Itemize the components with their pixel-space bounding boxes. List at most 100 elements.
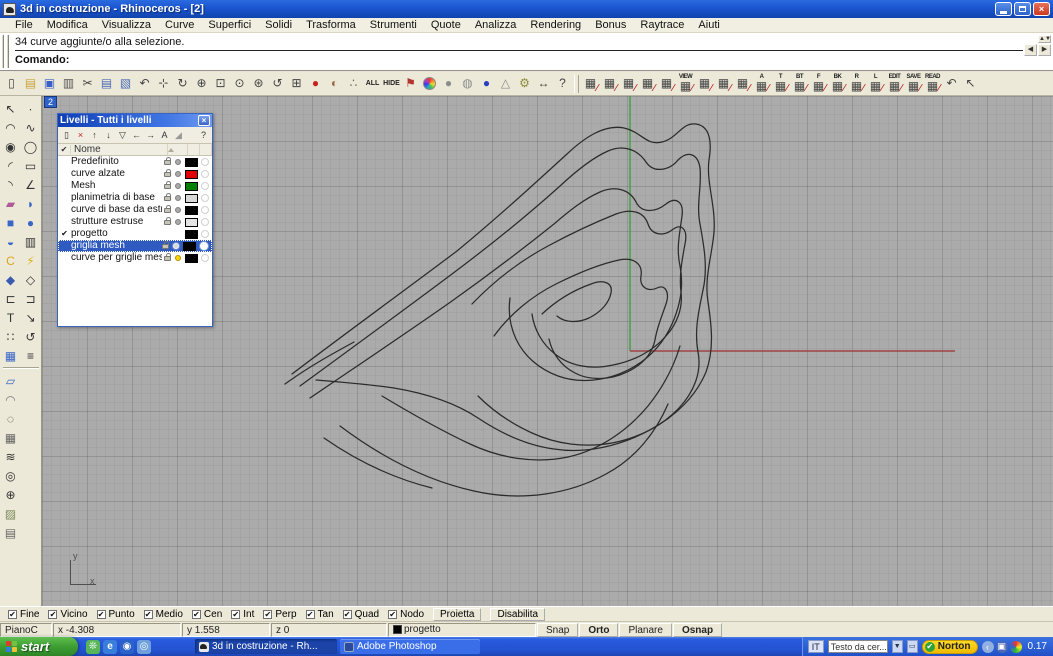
toolbar-pan[interactable]: ⊹ (154, 74, 173, 94)
toolbar-vp-2[interactable]: ▦∕ (600, 74, 619, 94)
layers-panel-titlebar[interactable]: Livelli - Tutti i livelli × (58, 114, 212, 127)
bulb-icon[interactable] (175, 219, 181, 225)
tool-curve-cv[interactable]: ◠ (1, 118, 20, 137)
toolbar-save-file[interactable]: ▣ (40, 74, 59, 94)
menu-visualizza[interactable]: Visualizza (95, 19, 158, 31)
lock-icon[interactable] (164, 220, 171, 225)
toolbar-vp-3[interactable]: ▦∕ (619, 74, 638, 94)
lock-icon[interactable] (164, 208, 171, 213)
menu-file[interactable]: File (8, 19, 40, 31)
osnap-quad[interactable]: ✔Quad (343, 609, 379, 620)
toolbar-copy[interactable]: ▤ (97, 74, 116, 94)
tray-display-icon[interactable]: ▣ (996, 641, 1008, 653)
bulb-icon[interactable] (175, 207, 181, 213)
layers-header[interactable]: ✔ Nome (58, 144, 212, 156)
osnap-nodo[interactable]: ✔Nodo (388, 609, 424, 620)
checkbox-icon[interactable]: ✔ (343, 610, 352, 619)
lock-icon[interactable] (164, 160, 171, 165)
lock-icon[interactable] (164, 172, 171, 177)
toolbar-vp-edit[interactable]: EDIT▦∕ (885, 74, 904, 94)
layer-row[interactable]: griglia mesh (58, 240, 212, 252)
tool-extrude-surface[interactable]: ▱ (1, 371, 20, 390)
tool-project[interactable]: ◎ (1, 466, 20, 485)
layers-panel-close-icon[interactable]: × (198, 115, 210, 126)
tool-lasso[interactable]: ◌ (1, 409, 20, 428)
layer-color-swatch[interactable] (185, 254, 198, 263)
toolbar-dimension[interactable]: ↔ (534, 74, 553, 94)
layer-color-swatch[interactable] (185, 218, 198, 227)
tool-explode[interactable]: ◇ (21, 270, 40, 289)
minimize-button[interactable] (995, 2, 1012, 16)
layer-color-swatch[interactable] (183, 242, 196, 251)
toolbar-color-wheel[interactable] (420, 74, 439, 94)
toolbar-shaded-viewport[interactable]: ● (439, 74, 458, 94)
messenger-icon[interactable]: ❊ (86, 640, 100, 654)
tray-search-input[interactable]: Testo da cer... (828, 640, 888, 653)
layers-filter[interactable]: ▽ (116, 129, 129, 142)
layer-color-swatch[interactable] (185, 182, 198, 191)
layer-color-swatch[interactable] (185, 158, 198, 167)
title-bar[interactable]: 3d in costruzione - Rhinoceros - [2] × (0, 0, 1053, 18)
toolbar-vp-bottom[interactable]: BT▦∕ (790, 74, 809, 94)
layer-color-swatch[interactable] (185, 206, 198, 215)
toolbar-zoom-extents[interactable]: ⊛ (249, 74, 268, 94)
bulb-icon[interactable] (175, 255, 181, 261)
layers-move-down[interactable]: ↓ (102, 129, 115, 142)
tool-flash-select[interactable]: ⚡ (21, 251, 40, 270)
toolbar-vp-axon[interactable]: A▦∕ (752, 74, 771, 94)
checkbox-icon[interactable]: ✔ (192, 610, 201, 619)
tool-target-osnap[interactable]: ⊕ (1, 485, 20, 504)
menu-raytrace[interactable]: Raytrace (633, 19, 691, 31)
status-layer-pane[interactable]: progetto (388, 623, 536, 637)
layer-row[interactable]: strutture estruse (58, 216, 212, 228)
layer-row[interactable]: curve per griglie mesh (58, 252, 212, 264)
tray-back-icon[interactable]: ‹ (982, 641, 994, 653)
osnap-tan[interactable]: ✔Tan (306, 609, 334, 620)
bulb-icon[interactable] (175, 159, 181, 165)
layer-row[interactable]: planimetria di base (58, 192, 212, 204)
tool-blocks[interactable]: ▦ (1, 346, 20, 365)
toolbar-cut[interactable]: ✂ (78, 74, 97, 94)
layer-color-swatch[interactable] (185, 194, 198, 203)
contour-curve-10[interactable] (324, 438, 432, 488)
menu-bonus[interactable]: Bonus (588, 19, 633, 31)
menu-quote[interactable]: Quote (424, 19, 468, 31)
menu-curve[interactable]: Curve (158, 19, 201, 31)
contour-curve-3[interactable] (310, 189, 682, 398)
tool-arc[interactable]: ◜ (1, 156, 20, 175)
layer-row[interactable]: curve di base da estru... (58, 204, 212, 216)
toolbar-vp-rotate[interactable]: ▦∕ (657, 74, 676, 94)
norton-badge[interactable]: ✔ Norton (922, 640, 978, 654)
restore-button[interactable] (1014, 2, 1031, 16)
layer-row[interactable]: Mesh (58, 180, 212, 192)
tool-ellipse[interactable]: ◯ (21, 137, 40, 156)
menu-strumenti[interactable]: Strumenti (363, 19, 424, 31)
layers-match-layer[interactable]: A (158, 129, 171, 142)
toolbar-rendered-viewport[interactable]: ● (477, 74, 496, 94)
bulb-icon[interactable] (173, 243, 179, 249)
tool-polyline[interactable]: ∠ (21, 175, 40, 194)
tool-array[interactable]: ∷ (1, 327, 20, 346)
toolbar-undo[interactable]: ↶ (135, 74, 154, 94)
bulb-icon[interactable] (175, 171, 181, 177)
status-coord-x[interactable]: x -4.308 (53, 623, 181, 637)
layer-row[interactable]: ✔progetto (58, 228, 212, 240)
viewport-tab[interactable]: 2 (44, 96, 57, 108)
checkbox-icon[interactable]: ✔ (231, 610, 240, 619)
tool-sphere[interactable]: ● (21, 213, 40, 232)
toolbar-select-all[interactable]: ALL (363, 74, 382, 94)
tray-chrome-icon[interactable] (1010, 641, 1022, 653)
toolbar-vp-left[interactable]: L▦∕ (866, 74, 885, 94)
tool-cylinder[interactable]: ◒ (1, 232, 20, 251)
toolbar-new-file[interactable]: ▯ (2, 74, 21, 94)
toolbar-options-gears[interactable]: ⚙ (515, 74, 534, 94)
layer-select-circle[interactable] (201, 218, 209, 226)
viewport[interactable]: 2 y x Livelli - Tutti i livelli × ▯×↑↓▽←… (42, 96, 1053, 606)
layers-move-up[interactable]: ↑ (88, 129, 101, 142)
toolbar-vp-7[interactable]: ▦∕ (695, 74, 714, 94)
tool-rectangle[interactable]: ▭ (21, 156, 40, 175)
checkbox-icon[interactable]: ✔ (144, 610, 153, 619)
tool-split[interactable]: ⊐ (21, 289, 40, 308)
task-rhino[interactable]: 3d in costruzione - Rh... (195, 639, 337, 654)
menu-modifica[interactable]: Modifica (40, 19, 95, 31)
